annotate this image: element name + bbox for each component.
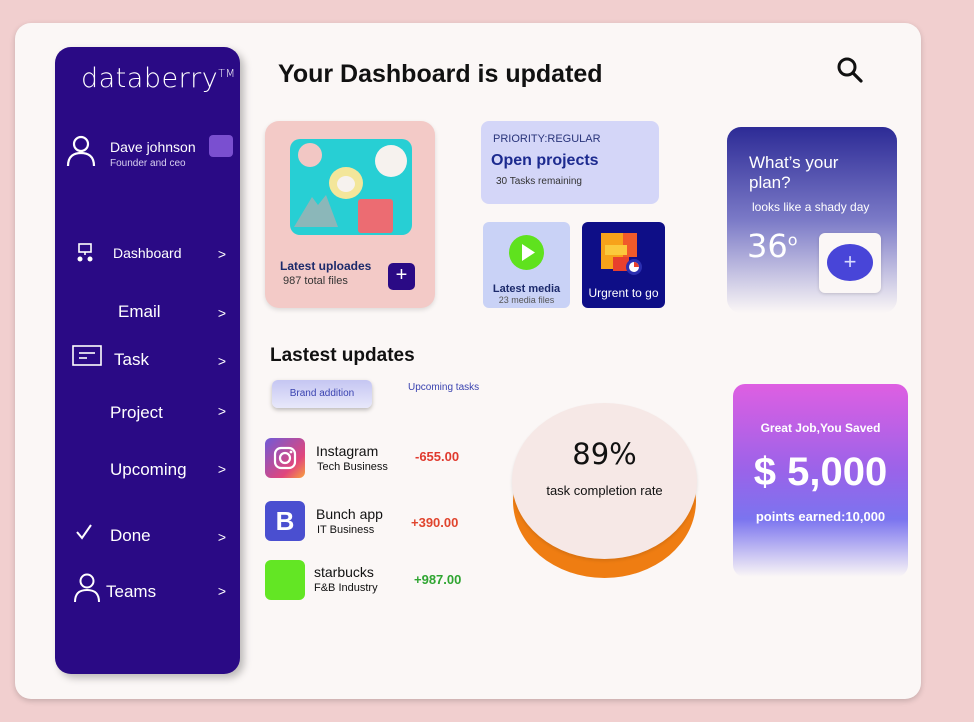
plan-question: What’s your plan?	[749, 153, 839, 192]
update-category: F&B Industry	[314, 582, 378, 594]
sidebar-item-project[interactable]: Project >	[55, 397, 240, 427]
sidebar-item-done[interactable]: Done >	[55, 521, 240, 551]
temperature: 36o	[747, 227, 798, 265]
savings-title: Great Job,You Saved	[760, 421, 881, 435]
add-upload-button[interactable]: +	[388, 263, 415, 290]
update-category: Tech Business	[317, 461, 388, 473]
updates-title: Lastest updates	[270, 345, 415, 366]
chevron-right-icon: >	[217, 461, 226, 477]
savings-card: Great Job,You Saved $ 5,000 points earne…	[733, 384, 908, 577]
latest-media-card[interactable]: Latest media 23 media files	[483, 222, 570, 308]
uploads-count: 987 total files	[283, 275, 348, 287]
user-badge[interactable]	[209, 135, 233, 157]
user-icon	[66, 135, 96, 167]
tab-upcoming-tasks[interactable]: Upcoming tasks	[408, 382, 479, 393]
user-name: Dave johnson	[110, 139, 196, 155]
uploads-card[interactable]: Latest uploades 987 total files +	[265, 121, 435, 308]
sidebar-item-label: Dashboard	[113, 245, 182, 261]
points-earned: points earned:10,000	[755, 509, 886, 524]
play-icon	[509, 235, 544, 270]
update-amount: -655.00	[415, 449, 460, 464]
open-projects-card[interactable]: PRIORITY:REGULAR Open projects 30 Tasks …	[481, 121, 659, 204]
urgent-card[interactable]: Urgrent to go	[582, 222, 665, 308]
media-title: Latest media	[492, 283, 561, 295]
add-plan-container: +	[819, 233, 881, 293]
uploads-title: Latest uploades	[280, 259, 372, 273]
completion-label: task completion rate	[546, 483, 663, 498]
chevron-right-icon: >	[217, 353, 226, 369]
plan-card: What’s your plan? looks like a shady day…	[727, 127, 897, 313]
chevron-right-icon: >	[217, 305, 226, 321]
image-gallery-icon	[294, 143, 407, 233]
sidebar-item-label: Done	[110, 526, 151, 545]
chevron-right-icon: >	[217, 246, 226, 262]
media-count: 23 media files	[498, 295, 555, 305]
app-logo: databerryTM	[81, 63, 236, 94]
urgent-label: Urgrent to go	[588, 286, 659, 300]
check-icon	[76, 524, 92, 540]
update-name: Bunch app	[316, 506, 383, 522]
sidebar-item-label: Task	[114, 350, 149, 369]
team-icon	[74, 573, 100, 603]
starbucks-icon	[265, 560, 305, 600]
sidebar: databerryTM Dave johnson Founder and ceo…	[55, 47, 240, 674]
update-name: Instagram	[316, 443, 379, 459]
user-role: Founder and ceo	[110, 158, 186, 169]
sidebar-item-task[interactable]: Task >	[55, 345, 240, 375]
projects-remaining: 30 Tasks remaining	[496, 176, 582, 187]
task-icon	[72, 345, 102, 366]
sidebar-item-label: Project	[110, 403, 163, 422]
sidebar-item-teams[interactable]: Teams >	[55, 573, 240, 605]
update-category: IT Business	[317, 524, 375, 536]
tab-brand-addition[interactable]: Brand addition	[272, 380, 372, 408]
chevron-right-icon: >	[217, 403, 226, 419]
update-name: starbucks	[314, 564, 374, 580]
sidebar-item-label: Email	[118, 302, 161, 321]
weather-text: looks like a shady day	[752, 200, 870, 214]
projects-title: Open projects	[491, 152, 599, 169]
completion-percent: 89%	[572, 437, 637, 471]
uploads-illustration	[290, 139, 412, 235]
priority-label: PRIORITY:REGULAR	[493, 133, 601, 145]
sidebar-item-upcoming[interactable]: Upcoming >	[55, 454, 240, 484]
instagram-icon	[265, 438, 305, 478]
update-amount: +390.00	[411, 515, 459, 530]
update-amount: +987.00	[414, 572, 462, 587]
chevron-right-icon: >	[217, 529, 226, 545]
search-icon[interactable]	[836, 56, 864, 84]
completion-chart: 89% task completion rate	[512, 403, 697, 559]
urgent-icon	[601, 233, 642, 275]
chevron-right-icon: >	[217, 583, 226, 599]
sidebar-item-email[interactable]: Email >	[55, 297, 240, 327]
bunch-app-icon: B	[265, 501, 305, 541]
sidebar-item-label: Teams	[106, 582, 157, 601]
savings-amount: $ 5,000	[753, 450, 888, 494]
sidebar-item-label: Upcoming	[110, 460, 187, 479]
page-title: Your Dashboard is updated	[278, 60, 603, 88]
dashboard-icon	[77, 243, 93, 262]
add-plan-button[interactable]: +	[827, 244, 873, 281]
sidebar-item-dashboard[interactable]: Dashboard >	[55, 239, 240, 269]
